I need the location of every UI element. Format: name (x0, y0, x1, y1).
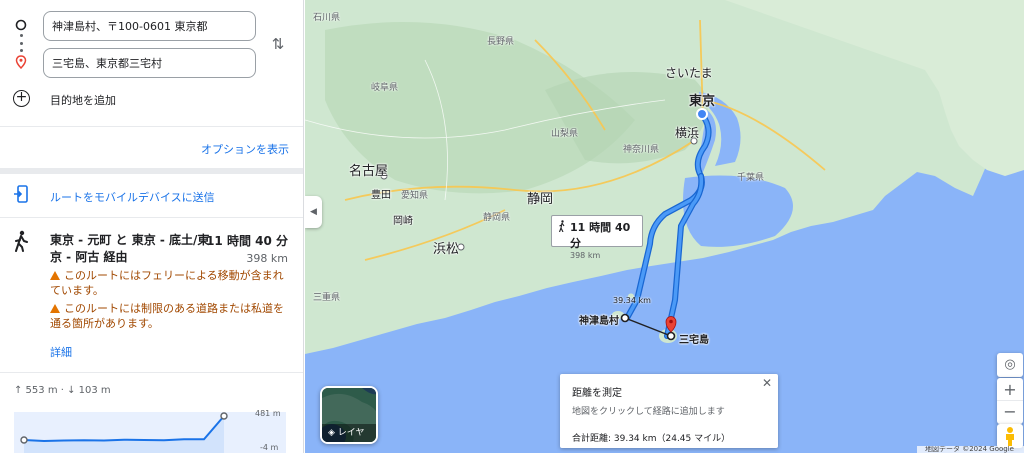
layers-text: レイヤ (337, 428, 365, 438)
send-to-mobile-label: ルートをモバイルデバイスに送信 (50, 191, 215, 204)
my-location-button[interactable]: ◎ (997, 353, 1023, 377)
elevation-min-label: -4 m (260, 443, 279, 452)
city-label: 東京 (689, 94, 716, 109)
prefecture-label: 石川県 (313, 13, 341, 23)
send-to-mobile-button[interactable]: ルートをモバイルデバイスに送信 (0, 178, 303, 214)
route-distance: 398 km (246, 252, 288, 265)
collapse-panel-button[interactable]: ◀ (305, 196, 322, 228)
destination-text: 三宅島、東京都三宅村 (52, 57, 162, 70)
route-warning: このルートにはフェリーによる移動が含まれています。 (50, 268, 286, 298)
prefecture-label: 神奈川県 (623, 145, 660, 155)
route-title: 東京 - 元町 と 東京 - 底土/東京 - 阿古 経由 (50, 233, 210, 264)
directions-panel: 神津島村、〒100-0601 東京都 三宅島、東京都三宅村 ⇅ + 目的地を追加… (0, 0, 304, 453)
island-label-miyakejima: 三宅島 (679, 335, 709, 346)
divider (0, 126, 303, 127)
walk-icon (15, 230, 28, 252)
route-option[interactable]: 東京 - 元町 と 東京 - 底土/東京 - 阿古 経由 11 時間 40 分 … (0, 220, 303, 368)
zoom-in-icon[interactable]: + (997, 378, 1023, 401)
destination-input[interactable]: 三宅島、東京都三宅村 (43, 48, 256, 78)
layers-icon: ◈ (328, 428, 335, 438)
prefecture-label: 山梨県 (551, 129, 579, 139)
origin-text: 神津島村、〒100-0601 東京都 (52, 20, 208, 33)
details-link[interactable]: 詳細 (50, 344, 72, 360)
elevation-max-label: 481 m (255, 409, 281, 418)
route-duration: 11 時間 40 分 (206, 234, 288, 248)
route-warning: このルートには制限のある道路または私道を通る箇所があります。 (50, 301, 286, 331)
waypoint-dots (20, 34, 23, 52)
layers-button[interactable]: ◈ レイヤ (320, 386, 378, 444)
show-options-link[interactable]: オプションを表示 (201, 141, 289, 157)
pegman-figure (1006, 427, 1014, 446)
zoom-out-icon[interactable]: − (997, 401, 1023, 423)
divider (0, 217, 303, 218)
city-label: さいたま (665, 66, 713, 80)
pegman-icon[interactable] (997, 424, 1023, 448)
prefecture-label: 静岡県 (483, 213, 511, 223)
tooltip-duration: 11 時間 40 分 (570, 221, 631, 250)
elevation-summary: ↑ 553 m · ↓ 103 m (14, 385, 111, 396)
map-footer: 地図データ ©2024 Google (917, 446, 1024, 453)
elevation-chart: 481 m -4 m (14, 409, 286, 453)
section-divider (0, 168, 303, 174)
elevation-end-marker (220, 412, 228, 420)
measure-total: 合計距離: 39.34 km（24.45 マイル） (572, 434, 731, 444)
city-label: 浜松 (433, 242, 460, 257)
city-label: 静岡 (527, 192, 554, 207)
prefecture-label: 岐阜県 (371, 83, 399, 93)
divider (0, 372, 303, 373)
send-device-icon (14, 185, 28, 203)
origin-input[interactable]: 神津島村、〒100-0601 東京都 (43, 11, 256, 41)
city-label: 名古屋 (349, 164, 389, 179)
prefecture-label: 愛知県 (401, 191, 429, 201)
location-icon: ◎ (1004, 357, 1016, 372)
add-destination-button[interactable]: + 目的地を追加 (0, 86, 303, 112)
prefecture-label: 長野県 (487, 37, 515, 47)
measure-distance-card: 距離を測定 地図をクリックして経路に追加します 合計距離: 39.34 km（2… (560, 374, 778, 448)
prefecture-label: 千葉県 (737, 173, 765, 183)
layers-label: ◈ レイヤ (322, 424, 376, 442)
city-label: 横浜 (675, 126, 700, 140)
city-label: 岡崎 (393, 216, 413, 227)
origin-circle-icon (15, 19, 27, 31)
add-icon: + (13, 90, 30, 107)
measure-line-label: 39.34 km (613, 296, 651, 305)
warning-icon (50, 304, 60, 313)
walk-icon (558, 220, 565, 232)
close-icon[interactable]: ✕ (762, 376, 772, 390)
prefecture-label: 三重県 (313, 293, 341, 303)
city-label: 豊田 (371, 190, 391, 201)
swap-icon[interactable]: ⇅ (268, 34, 288, 54)
destination-pin-icon (15, 55, 27, 69)
warning-icon (50, 271, 60, 280)
measure-title: 距離を測定 (572, 388, 622, 399)
route-tooltip[interactable]: 11 時間 40 分 398 km (551, 215, 643, 260)
warning-text: このルートにはフェリーによる移動が含まれています。 (50, 269, 284, 297)
add-destination-label: 目的地を追加 (50, 94, 116, 107)
island-label-kozushima: 神津島村 (579, 316, 619, 327)
measure-hint: 地図をクリックして経路に追加します (572, 407, 725, 417)
zoom-controls: + − (997, 378, 1023, 424)
elevation-start-marker (20, 436, 28, 444)
map-canvas[interactable]: 石川県 長野県 岐阜県 山梨県 神奈川県 千葉県 静岡県 愛知県 三重県 さいた… (305, 0, 1024, 453)
tooltip-distance: 398 km (570, 251, 601, 260)
warning-text: このルートには制限のある道路または私道を通る箇所があります。 (50, 302, 284, 330)
